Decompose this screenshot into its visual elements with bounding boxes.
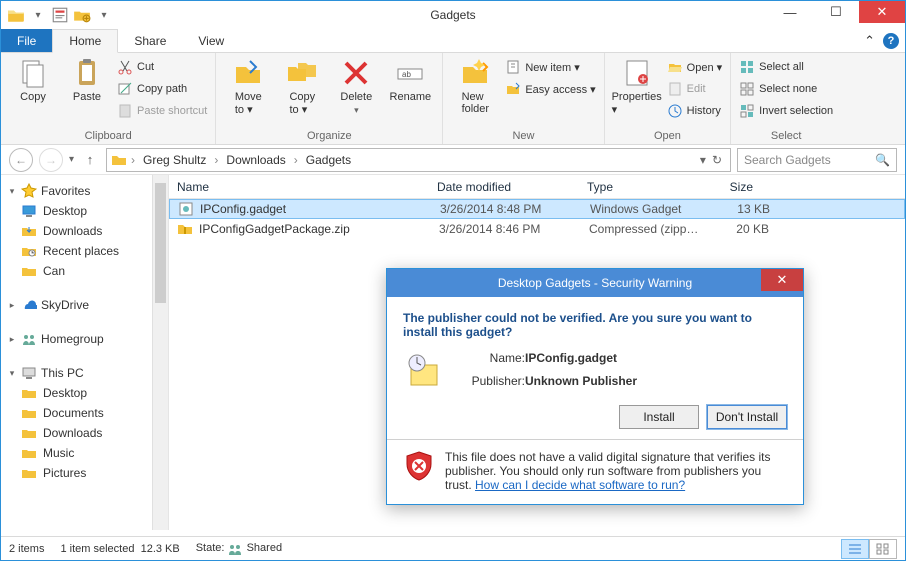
col-size[interactable]: Size — [699, 180, 761, 194]
dialog-headline: The publisher could not be verified. Are… — [403, 311, 787, 339]
shield-warning-icon — [403, 450, 435, 482]
gadget-icon — [178, 201, 194, 217]
navigation-pane: ▾Favorites Desktop Downloads Recent plac… — [1, 175, 169, 530]
delete-button[interactable]: Delete▾ — [332, 57, 380, 116]
titlebar: ▾ ▾ Gadgets — ☐ ✕ — [1, 1, 905, 29]
dialog-publisher-value: Unknown Publisher — [525, 374, 637, 391]
file-row[interactable]: IPConfigGadgetPackage.zip 3/26/2014 8:46… — [169, 219, 905, 239]
nav-recent[interactable]: Recent places — [1, 241, 168, 261]
history-button[interactable]: History — [667, 101, 723, 121]
minimize-button[interactable]: — — [767, 1, 813, 23]
nav-can[interactable]: Can — [1, 261, 168, 281]
column-headers[interactable]: Name Date modified Type Size — [169, 175, 905, 199]
nav-scrollbar[interactable] — [152, 175, 168, 530]
move-to-button[interactable]: Move to ▾ — [224, 57, 272, 116]
ribbon: Copy Paste Cut Copy path Paste shortcut … — [1, 53, 905, 145]
qat-more-icon[interactable]: ▾ — [95, 6, 113, 24]
select-all-button[interactable]: Select all — [739, 57, 833, 77]
refresh-icon[interactable]: ↻ — [712, 153, 722, 167]
copy-path-button[interactable]: Copy path — [117, 79, 207, 99]
forward-button[interactable]: → — [39, 148, 63, 172]
dialog-warning-link[interactable]: How can I decide what software to run? — [475, 478, 685, 492]
nav-downloads[interactable]: Downloads — [1, 221, 168, 241]
search-icon: 🔍 — [875, 153, 890, 167]
paste-shortcut-button[interactable]: Paste shortcut — [117, 101, 207, 121]
breadcrumb-seg[interactable]: Greg Shultz — [139, 153, 210, 167]
properties-button[interactable]: Properties ▾ — [613, 57, 661, 116]
shared-icon — [228, 543, 244, 555]
tab-file[interactable]: File — [1, 29, 52, 52]
nav-favorites[interactable]: ▾Favorites — [1, 181, 168, 201]
new-folder-button[interactable]: New folder — [451, 57, 499, 115]
nav-skydrive[interactable]: ▸SkyDrive — [1, 295, 168, 315]
zip-icon — [177, 221, 193, 237]
dialog-name-value: IPConfig.gadget — [525, 351, 637, 368]
status-selection: 1 item selected — [60, 543, 134, 555]
nav-thispc[interactable]: ▾This PC — [1, 363, 168, 383]
breadcrumb-seg[interactable]: Downloads — [222, 153, 289, 167]
gadget-large-icon — [403, 351, 443, 391]
close-button[interactable]: ✕ — [859, 1, 905, 23]
dont-install-button[interactable]: Don't Install — [707, 405, 787, 429]
address-row: ← → ▾ ↑ › Greg Shultz › Downloads › Gadg… — [1, 145, 905, 175]
details-view-button[interactable] — [841, 539, 869, 559]
col-type[interactable]: Type — [579, 180, 699, 194]
nav-pc-desktop[interactable]: Desktop — [1, 383, 168, 403]
nav-homegroup[interactable]: ▸Homegroup — [1, 329, 168, 349]
paste-button[interactable]: Paste — [63, 57, 111, 103]
folder-icon — [111, 152, 127, 168]
copy-button[interactable]: Copy — [9, 57, 57, 103]
security-warning-dialog: Desktop Gadgets - Security Warning ✕ The… — [386, 268, 804, 505]
tab-share[interactable]: Share — [118, 29, 182, 52]
easy-access-button[interactable]: Easy access ▾ — [505, 79, 595, 99]
nav-pc-pictures[interactable]: Pictures — [1, 463, 168, 483]
nav-pc-documents[interactable]: Documents — [1, 403, 168, 423]
install-button[interactable]: Install — [619, 405, 699, 429]
svg-text:ab: ab — [402, 70, 411, 79]
edit-button[interactable]: Edit — [667, 79, 723, 99]
select-none-button[interactable]: Select none — [739, 79, 833, 99]
recent-dropdown-icon[interactable]: ▾ — [69, 154, 74, 165]
status-selsize: 12.3 KB — [141, 543, 180, 555]
tab-view[interactable]: View — [182, 29, 240, 52]
nav-pc-music[interactable]: Music — [1, 443, 168, 463]
back-button[interactable]: ← — [9, 148, 33, 172]
up-button[interactable]: ↑ — [80, 150, 100, 170]
properties-icon[interactable] — [51, 6, 69, 24]
col-date[interactable]: Date modified — [429, 180, 579, 194]
addr-dropdown-icon[interactable]: ▾ — [700, 153, 706, 167]
qat-down-icon[interactable]: ▾ — [29, 6, 47, 24]
dialog-titlebar[interactable]: Desktop Gadgets - Security Warning ✕ — [387, 269, 803, 297]
icons-view-button[interactable] — [869, 539, 897, 559]
maximize-button[interactable]: ☐ — [813, 1, 859, 23]
breadcrumb-seg[interactable]: Gadgets — [302, 153, 355, 167]
col-name[interactable]: Name — [169, 180, 429, 194]
nav-pc-downloads[interactable]: Downloads — [1, 423, 168, 443]
new-item-button[interactable]: New item ▾ — [505, 57, 595, 77]
dialog-close-button[interactable]: ✕ — [761, 269, 803, 291]
status-bar: 2 items 1 item selected 12.3 KB State: S… — [1, 536, 905, 560]
rename-button[interactable]: abRename — [386, 57, 434, 103]
copy-to-button[interactable]: Copy to ▾ — [278, 57, 326, 116]
ribbon-tabs: File Home Share View ⌃ ? — [1, 29, 905, 53]
nav-desktop[interactable]: Desktop — [1, 201, 168, 221]
open-button[interactable]: Open ▾ — [667, 57, 723, 77]
file-row[interactable]: IPConfig.gadget 3/26/2014 8:48 PM Window… — [169, 199, 905, 219]
cut-button[interactable]: Cut — [117, 57, 207, 77]
search-input[interactable]: Search Gadgets 🔍 — [737, 148, 897, 172]
ribbon-collapse-icon[interactable]: ⌃ — [864, 33, 875, 49]
folder-icon — [7, 6, 25, 24]
new-folder-icon[interactable] — [73, 6, 91, 24]
invert-selection-button[interactable]: Invert selection — [739, 101, 833, 121]
status-count: 2 items — [9, 543, 44, 555]
help-icon[interactable]: ? — [883, 33, 899, 49]
address-bar[interactable]: › Greg Shultz › Downloads › Gadgets ▾ ↻ — [106, 148, 731, 172]
tab-home[interactable]: Home — [52, 29, 118, 53]
